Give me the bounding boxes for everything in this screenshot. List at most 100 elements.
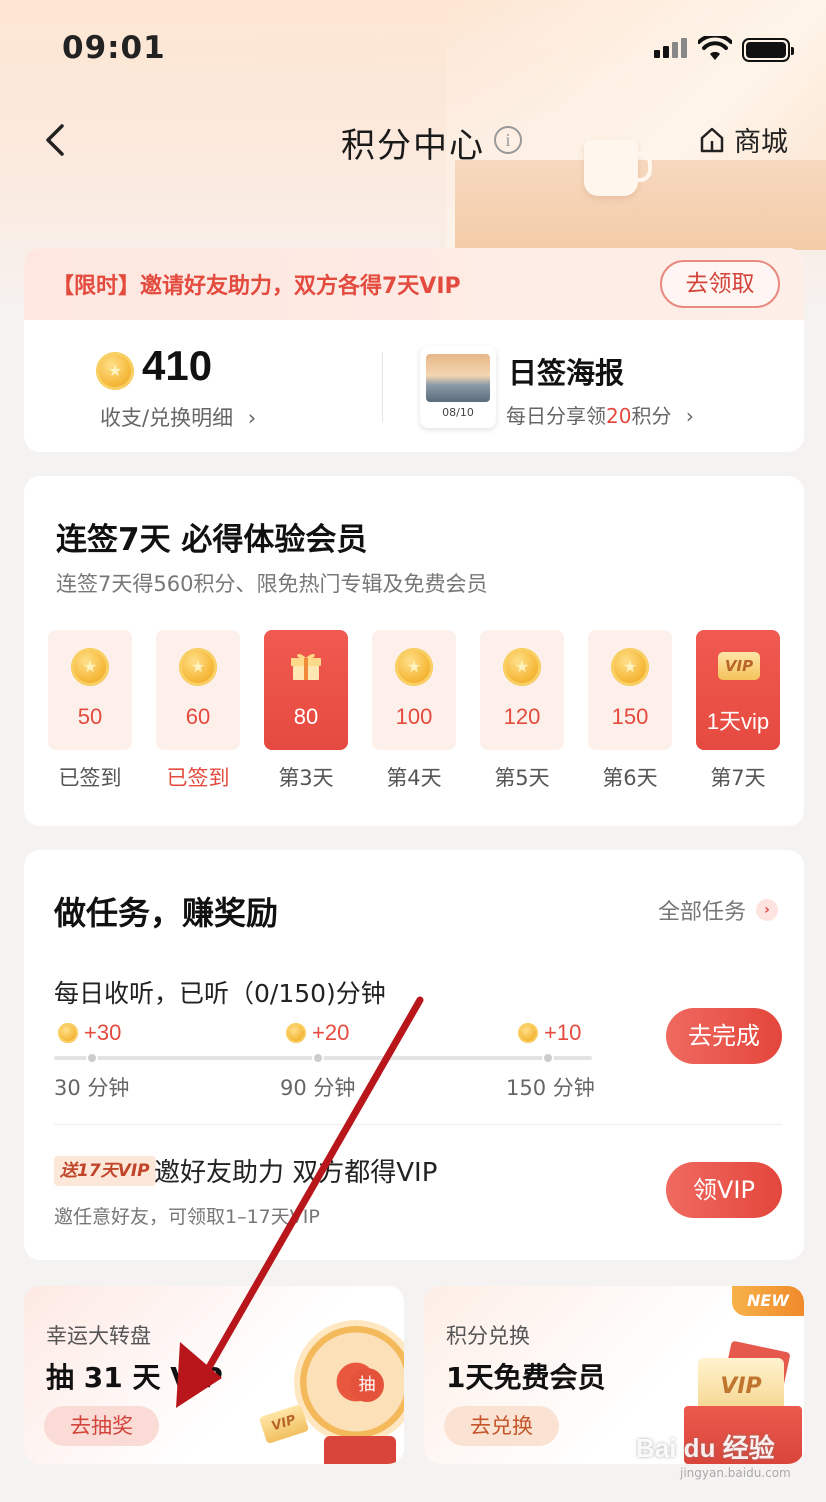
tick-label: 90 分钟 bbox=[280, 1076, 356, 1100]
sign-in-day-label: 已签到 bbox=[58, 766, 122, 790]
lottery-small-title: 幸运大转盘 bbox=[46, 1324, 151, 1348]
sign-in-day[interactable]: VIP 1天vip 第7天 bbox=[696, 630, 780, 790]
sign-in-day-label: 第3天 bbox=[278, 766, 334, 790]
sign-in-day-value: 150 bbox=[611, 704, 649, 729]
info-icon[interactable]: i bbox=[494, 126, 522, 154]
reward-value: +30 bbox=[84, 1020, 122, 1045]
sign-in-day-label: 第6天 bbox=[602, 766, 658, 790]
reward-value: +10 bbox=[544, 1020, 582, 1045]
lottery-card[interactable]: 幸运大转盘 抽 31 天 VIP 去抽奖 抽 VIP bbox=[24, 1286, 404, 1464]
exchange-button[interactable]: 去兑换 bbox=[444, 1406, 559, 1446]
battery-icon bbox=[742, 38, 794, 62]
poster-sub-suffix: 积分 bbox=[631, 404, 672, 428]
sign-in-day-value: 80 bbox=[293, 704, 319, 729]
coin-icon bbox=[503, 648, 541, 686]
promo-banner[interactable]: 【限时】邀请好友助力，双方各得7天VIP 去领取 bbox=[24, 248, 804, 320]
reward-2: +20 bbox=[286, 1020, 349, 1046]
invite-task-title: 邀好友助力 双方都得VIP bbox=[154, 1158, 438, 1188]
poster-sub-amount: 20 bbox=[606, 404, 632, 428]
all-tasks-link[interactable]: 全部任务 › bbox=[658, 894, 778, 926]
promo-claim-button[interactable]: 去领取 bbox=[660, 260, 780, 308]
shop-label: 商城 bbox=[734, 127, 788, 158]
points-card: 【限时】邀请好友助力，双方各得7天VIP 去领取 410 收支/兑换明细 › 0… bbox=[24, 248, 804, 452]
poster-title[interactable]: 日签海报 bbox=[508, 350, 624, 392]
sign-in-day[interactable]: 120 第5天 bbox=[480, 630, 564, 790]
sign-in-day[interactable]: 150 第6天 bbox=[588, 630, 672, 790]
sign-in-day-box: 60 bbox=[156, 630, 240, 750]
sign-in-day[interactable]: 100 第4天 bbox=[372, 630, 456, 790]
shop-link[interactable]: 商城 bbox=[698, 120, 788, 159]
tick-label: 30 分钟 bbox=[54, 1076, 130, 1100]
poster-thumbnail[interactable]: 08/10 bbox=[420, 346, 496, 428]
store-icon bbox=[700, 127, 724, 152]
gift-icon bbox=[291, 653, 321, 680]
poster-date: 08/10 bbox=[442, 406, 474, 419]
sign-in-day-box: VIP 1天vip bbox=[696, 630, 780, 750]
coin-icon bbox=[58, 1023, 78, 1043]
invite-task-subtitle: 邀任意好友，可领取1–17天VIP bbox=[54, 1206, 320, 1228]
poster-sub-prefix: 每日分享领 bbox=[506, 404, 606, 428]
sign-in-day-value: 1天vip bbox=[706, 709, 770, 734]
divider bbox=[54, 1124, 782, 1125]
sign-in-day-value: 100 bbox=[395, 704, 433, 729]
sign-in-day-label: 第7天 bbox=[710, 766, 766, 790]
coin-icon bbox=[395, 648, 433, 686]
tick-label: 150 分钟 bbox=[506, 1076, 595, 1100]
sign-in-day-value: 60 bbox=[185, 704, 211, 729]
status-bar: 09:01 bbox=[0, 0, 826, 100]
watermark-url: jingyan.baidu.com bbox=[680, 1466, 791, 1480]
reward-1: +30 bbox=[58, 1020, 121, 1046]
poster-subtitle[interactable]: 每日分享领20积分 › bbox=[506, 400, 694, 429]
wheel-center-label: 抽 bbox=[350, 1368, 384, 1402]
points-balance: 410 bbox=[142, 342, 213, 389]
sign-in-day-value: 120 bbox=[503, 704, 541, 729]
sign-in-day-box: 80 bbox=[264, 630, 348, 750]
coin-icon bbox=[518, 1023, 538, 1043]
coin-icon bbox=[611, 648, 649, 686]
vip-card-icon: VIP bbox=[258, 1403, 310, 1445]
signal-icon bbox=[654, 38, 687, 58]
wifi-icon bbox=[698, 36, 732, 60]
claim-vip-button[interactable]: 领VIP bbox=[666, 1162, 782, 1218]
sign-in-days: 50 已签到 60 已签到 80 第3天 100 第4天 120 第5天 150 第6天 VIP 1天vi… bbox=[48, 630, 780, 800]
lottery-button[interactable]: 去抽奖 bbox=[44, 1406, 159, 1446]
complete-task-button[interactable]: 去完成 bbox=[666, 1008, 782, 1064]
chevron-right-icon: › bbox=[247, 406, 257, 430]
sign-in-day-label: 已签到 bbox=[166, 766, 230, 790]
progress-dot bbox=[86, 1052, 98, 1064]
sign-in-title: 连签7天 必得体验会员 bbox=[56, 522, 368, 558]
all-tasks-label: 全部任务 bbox=[657, 900, 746, 925]
sign-in-day-label: 第5天 bbox=[494, 766, 550, 790]
coin-icon bbox=[179, 648, 217, 686]
watermark-logo: Bai du 经验 bbox=[636, 1433, 775, 1463]
divider bbox=[382, 352, 383, 422]
sign-in-day-box: 100 bbox=[372, 630, 456, 750]
sign-in-day[interactable]: 80 第3天 bbox=[264, 630, 348, 790]
reward-3: +10 bbox=[518, 1020, 581, 1046]
exchange-small-title: 积分兑换 bbox=[446, 1324, 530, 1348]
coin-icon bbox=[96, 352, 134, 390]
sign-in-day-value: 50 bbox=[77, 704, 103, 729]
chevron-right-icon: › bbox=[685, 404, 694, 428]
exchange-big-title: 1天免费会员 bbox=[446, 1361, 606, 1394]
sign-in-day-label: 第4天 bbox=[386, 766, 442, 790]
reward-value: +20 bbox=[312, 1020, 350, 1045]
wheel-stand bbox=[324, 1436, 396, 1464]
sign-in-day-box: 120 bbox=[480, 630, 564, 750]
sign-in-day[interactable]: 50 已签到 bbox=[48, 630, 132, 790]
vip-icon: VIP bbox=[718, 652, 760, 680]
sunset-image bbox=[426, 354, 490, 402]
coin-icon bbox=[286, 1023, 306, 1043]
chevron-right-icon: › bbox=[756, 899, 778, 921]
sign-in-card: 连签7天 必得体验会员 连签7天得560积分、限免热门专辑及免费会员 50 已签到… bbox=[24, 476, 804, 826]
tasks-title: 做任务，赚奖励 bbox=[54, 894, 279, 932]
promo-text: 【限时】邀请好友助力，双方各得7天VIP bbox=[52, 274, 461, 299]
listen-task-title: 每日收听，已听（0/150)分钟 bbox=[54, 979, 386, 1008]
points-summary: 410 收支/兑换明细 › 08/10 日签海报 每日分享领20积分 › bbox=[24, 320, 804, 452]
sign-in-day-box: 50 bbox=[48, 630, 132, 750]
points-detail-link[interactable]: 收支/兑换明细 › bbox=[100, 402, 256, 432]
sign-in-day[interactable]: 60 已签到 bbox=[156, 630, 240, 790]
points-detail-label: 收支/兑换明细 bbox=[100, 406, 234, 430]
lottery-big-title: 抽 31 天 VIP bbox=[46, 1361, 223, 1394]
listen-progress-track bbox=[54, 1052, 592, 1064]
